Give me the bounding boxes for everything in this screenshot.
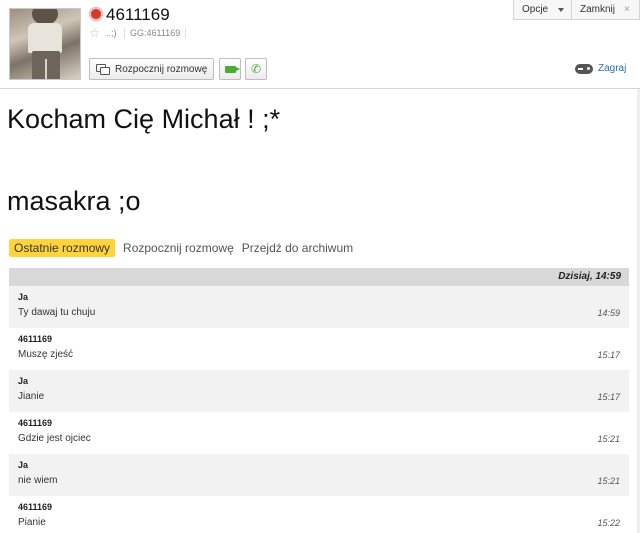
tab-start-conversation[interactable]: Rozpocznij rozmowę bbox=[123, 239, 234, 257]
message-row: Ja nie wiem 15:21 bbox=[9, 454, 629, 496]
tab-recent-conversations[interactable]: Ostatnie rozmowy bbox=[9, 239, 116, 257]
close-label: Zamknij bbox=[580, 4, 616, 15]
message-text: Jianie bbox=[18, 391, 45, 402]
status-icon bbox=[89, 7, 103, 21]
message-text: Muszę zjeść bbox=[18, 349, 74, 360]
options-menu-button[interactable]: Opcje bbox=[513, 0, 572, 20]
message-sender: 4611169 bbox=[18, 502, 53, 512]
message-sender: 4611169 bbox=[18, 418, 53, 428]
play-label: Zagraj bbox=[598, 63, 627, 74]
message-time: 15:17 bbox=[597, 350, 620, 360]
play-link[interactable]: Zagraj bbox=[575, 63, 626, 74]
message-row: Ja Jianie 15:17 bbox=[9, 370, 629, 412]
avatar-figure-body bbox=[28, 23, 62, 53]
gamepad-icon bbox=[575, 63, 593, 74]
message-sender: Ja bbox=[18, 460, 29, 470]
options-label: Opcje bbox=[522, 4, 549, 15]
message-sender: Ja bbox=[18, 292, 29, 302]
close-button[interactable]: Zamknij × bbox=[571, 0, 640, 20]
avatar-figure-legs bbox=[32, 51, 60, 79]
conversation-history: Dzisiaj, 14:59 Ja Ty dawaj tu chuju 14:5… bbox=[9, 268, 629, 533]
message-time: 14:59 bbox=[597, 308, 620, 318]
gg-number: GG:4611169 bbox=[124, 28, 187, 38]
message-text: Gdzie jest ojciec bbox=[18, 433, 91, 444]
message-row: Ja Ty dawaj tu chuju 14:59 bbox=[9, 286, 629, 328]
tab-go-to-archive[interactable]: Przejdź do archiwum bbox=[242, 239, 353, 257]
message-row: 4611169 Muszę zjeść 15:17 bbox=[9, 328, 629, 370]
close-icon: × bbox=[624, 4, 630, 15]
chat-icon bbox=[96, 64, 110, 75]
avatar[interactable] bbox=[9, 8, 81, 80]
message-row: 4611169 Gdzie jest ojciec 15:21 bbox=[9, 412, 629, 454]
message-sender: 4611169 bbox=[18, 334, 53, 344]
date-header: Dzisiaj, 14:59 bbox=[9, 268, 629, 286]
message-time: 15:21 bbox=[597, 434, 620, 444]
start-chat-button[interactable]: Rozpocznij rozmowę bbox=[89, 58, 214, 80]
phone-icon: ✆ bbox=[250, 62, 262, 76]
message-text: Pianie bbox=[18, 517, 46, 528]
video-call-button[interactable] bbox=[219, 58, 241, 80]
message-time: 15:17 bbox=[597, 392, 620, 402]
status-description: ..;) bbox=[106, 28, 117, 38]
message-text: nie wiem bbox=[18, 475, 58, 486]
status-message-line-2: masakra ;o bbox=[7, 186, 141, 216]
contact-name: 4611169 bbox=[106, 5, 170, 24]
star-icon[interactable]: ☆ bbox=[89, 26, 100, 40]
message-sender: Ja bbox=[18, 376, 29, 386]
caret-down-icon bbox=[558, 7, 565, 12]
voice-call-button[interactable]: ✆ bbox=[245, 58, 267, 80]
start-chat-label: Rozpocznij rozmowę bbox=[115, 63, 208, 75]
message-text: Ty dawaj tu chuju bbox=[18, 307, 96, 318]
status-message-line-1: Kocham Cię Michał ! ;* bbox=[7, 104, 281, 134]
message-time: 15:22 bbox=[597, 518, 620, 528]
video-icon bbox=[224, 65, 240, 73]
contact-header: 4611169 ☆ ..;) GG:4611169 Rozpocznij roz… bbox=[0, 0, 640, 89]
message-row: 4611169 Pianie 15:22 bbox=[9, 496, 629, 533]
message-time: 15:21 bbox=[597, 476, 620, 486]
conversation-tabs: Ostatnie rozmowy Rozpocznij rozmowę Prze… bbox=[9, 239, 361, 257]
